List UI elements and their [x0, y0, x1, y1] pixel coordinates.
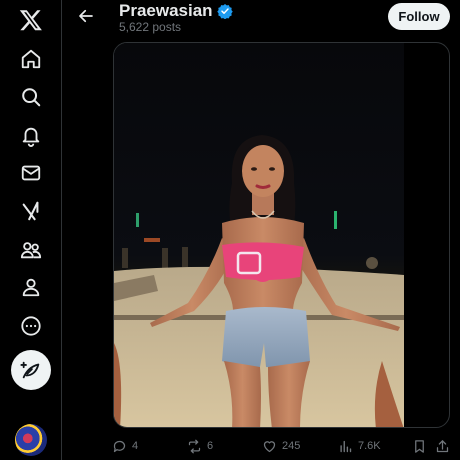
post-actions: 4 6 245 7.6K: [112, 436, 452, 456]
photo-illustration: [114, 43, 404, 427]
profile-icon[interactable]: [11, 267, 51, 307]
repost-button[interactable]: 6: [187, 436, 213, 456]
arrow-left-icon: [79, 9, 93, 23]
account-avatar[interactable]: [15, 424, 47, 456]
profile-name[interactable]: Praewasian: [119, 1, 213, 21]
repost-count: 6: [207, 440, 214, 452]
search-icon[interactable]: [11, 77, 51, 117]
profile-header: Praewasian 5,622 posts Follow: [63, 0, 460, 40]
x-logo-icon[interactable]: [11, 0, 51, 40]
feather-plus-icon: [20, 361, 40, 379]
communities-icon[interactable]: [11, 230, 51, 270]
follow-button[interactable]: Follow: [388, 3, 450, 30]
verified-badge-icon: [216, 4, 233, 19]
heart-icon: [263, 440, 276, 452]
like-button[interactable]: 245: [262, 436, 300, 456]
post-media[interactable]: [113, 42, 450, 428]
compose-post-button[interactable]: [11, 350, 51, 390]
bookmark-button[interactable]: [412, 436, 427, 456]
more-icon[interactable]: [11, 306, 51, 346]
reply-icon: [113, 440, 126, 452]
post-photo[interactable]: [114, 43, 404, 427]
share-button[interactable]: [435, 436, 450, 456]
views-button[interactable]: 7.6K: [338, 436, 381, 456]
mail-icon[interactable]: [11, 153, 51, 193]
share-icon: [436, 439, 449, 452]
grok-icon[interactable]: [11, 191, 51, 231]
bell-icon[interactable]: [11, 116, 51, 156]
reply-count: 4: [132, 440, 139, 452]
views-chart-icon: [340, 440, 352, 452]
bookmark-icon: [415, 439, 424, 453]
repost-icon: [188, 439, 201, 453]
profile-name-row: Praewasian: [119, 1, 233, 21]
post-count: 5,622 posts: [119, 20, 182, 34]
reply-button[interactable]: 4: [112, 436, 138, 456]
back-button[interactable]: [73, 3, 99, 29]
like-count: 245: [282, 440, 301, 452]
home-icon[interactable]: [11, 39, 51, 79]
view-count: 7.6K: [358, 440, 381, 452]
sidebar-nav: [0, 0, 62, 460]
